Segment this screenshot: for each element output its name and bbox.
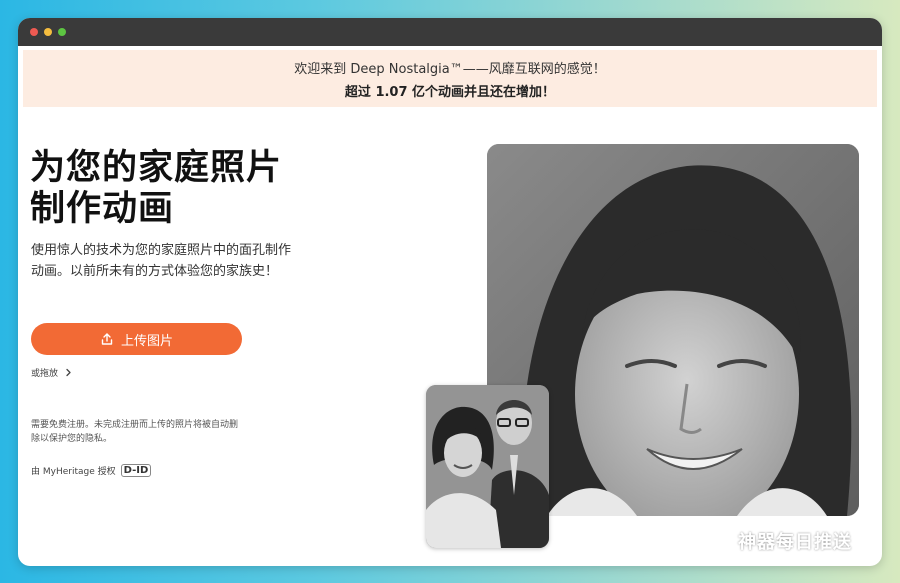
maximize-window-button[interactable] xyxy=(58,28,66,36)
page-title-line1: 为您的家庭照片 xyxy=(30,148,283,188)
registration-note: 需要免费注册。未完成注册而上传的照片将被自动删除以保护您的隐私。 xyxy=(31,420,239,444)
couple-image xyxy=(426,385,549,548)
watermark-text: 神器每日推送 xyxy=(738,532,852,553)
powered-by: 由 MyHeritage 授权 D-ID xyxy=(31,464,152,477)
minimize-window-button[interactable] xyxy=(44,28,52,36)
upload-icon xyxy=(101,333,113,345)
watermark: 神器每日推送 xyxy=(704,528,852,554)
banner-count-text: 超过 1.07 亿个动画并且还在增加！ xyxy=(344,85,556,100)
browser-window: 欢迎来到 Deep Nostalgia™——风靡互联网的感觉！ 超过 1.07 … xyxy=(18,18,882,566)
powered-by-text: 由 MyHeritage 授权 xyxy=(31,467,116,477)
upload-photo-button[interactable]: 上传图片 xyxy=(31,323,242,355)
upload-photo-label: 上传图片 xyxy=(120,332,173,348)
window-titlebar xyxy=(18,18,882,46)
banner-welcome-text: 欢迎来到 Deep Nostalgia™——风靡互联网的感觉！ xyxy=(294,62,606,77)
hero-description: 使用惊人的技术为您的家庭照片中的面孔制作动画。以前所未有的方式体验您的家族史！ xyxy=(31,243,292,279)
original-couple-photo xyxy=(426,385,549,548)
partner-logo: D-ID xyxy=(120,464,152,477)
close-window-button[interactable] xyxy=(30,28,38,36)
drag-drop-label: 或拖放 xyxy=(31,369,59,379)
wechat-icon xyxy=(704,529,733,552)
welcome-banner: 欢迎来到 Deep Nostalgia™——风靡互联网的感觉！ 超过 1.07 … xyxy=(23,50,877,107)
page-title-line2: 制作动画 xyxy=(30,189,175,229)
chevron-right-icon xyxy=(66,368,71,377)
drag-drop-link[interactable]: 或拖放 xyxy=(31,366,73,379)
page-title: 为您的家庭照片 制作动画 xyxy=(30,148,310,230)
